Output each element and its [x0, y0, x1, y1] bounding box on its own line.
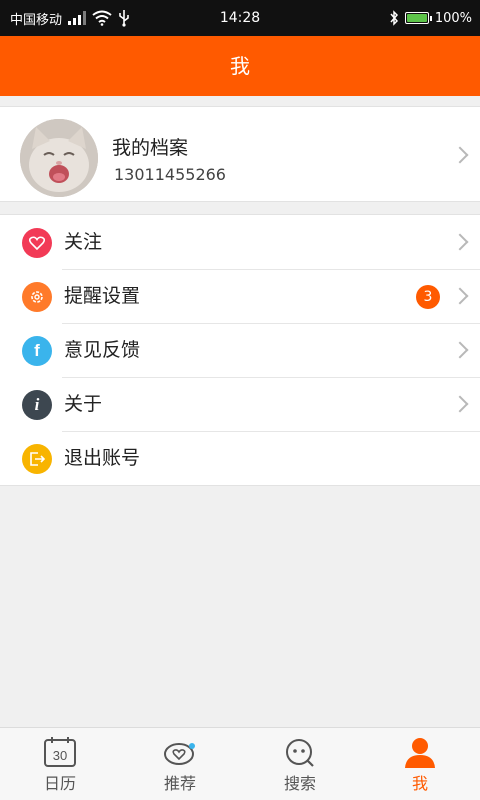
menu-item-label: 关于 [64, 393, 103, 415]
profile-name: 我的档案 [112, 137, 189, 159]
info-icon: i [22, 390, 52, 420]
tab-label: 搜索 [283, 774, 316, 793]
notification-badge: 3 [416, 285, 440, 309]
menu-item-logout[interactable]: 退出账号 [0, 431, 480, 485]
tab-label: 日历 [43, 774, 76, 793]
menu-item-label: 意见反馈 [64, 339, 141, 361]
chevron-right-icon [451, 287, 469, 305]
menu-item-follow[interactable]: 关注 [0, 215, 480, 269]
profile-icon [405, 738, 435, 768]
tab-search[interactable]: 搜索 [240, 728, 360, 800]
page-title: 我 [230, 54, 250, 78]
search-icon [286, 739, 314, 767]
tab-me[interactable]: 我 [360, 728, 480, 800]
chevron-right-icon [451, 233, 469, 251]
chevron-right-icon [451, 341, 469, 359]
chevron-right-icon [451, 395, 469, 413]
menu-item-about[interactable]: i 关于 [0, 377, 480, 431]
chevron-right-icon [451, 146, 469, 164]
menu-item-label: 退出账号 [64, 447, 141, 469]
kitten-avatar [20, 119, 98, 197]
profile-phone: 13011455266 [114, 165, 226, 184]
tab-label: 推荐 [163, 774, 196, 793]
menu-item-feedback[interactable]: f 意见反馈 [0, 323, 480, 377]
app-header: 我 [0, 36, 480, 96]
svg-text:30: 30 [53, 748, 67, 763]
heart-icon [22, 228, 52, 258]
tab-label: 我 [411, 774, 428, 793]
menu-item-reminder-settings[interactable]: 提醒设置 3 [0, 269, 480, 323]
tab-recommend[interactable]: 推荐 [120, 728, 240, 800]
calendar-icon: 30 [44, 737, 76, 767]
settings-menu: 关注 提醒设置 3 f 意见反馈 i 关于 退出账号 [0, 214, 480, 486]
recommend-icon [164, 743, 195, 765]
bluetooth-icon [390, 10, 398, 26]
battery-percent: 100% [434, 10, 472, 26]
tab-calendar[interactable]: 30 日历 [0, 728, 120, 800]
battery-icon [404, 12, 432, 24]
menu-item-label: 关注 [64, 231, 103, 253]
logout-icon [22, 444, 52, 474]
profile-card[interactable]: 我的档案 13011455266 [0, 106, 480, 202]
bottom-tab-bar: 30 日历 推荐 搜索 我 [0, 727, 480, 800]
gear-icon [22, 282, 52, 312]
menu-item-label: 提醒设置 [64, 285, 141, 307]
status-bar: 中国移动 14:28 100% [0, 0, 480, 36]
feedback-icon: f [22, 336, 52, 366]
